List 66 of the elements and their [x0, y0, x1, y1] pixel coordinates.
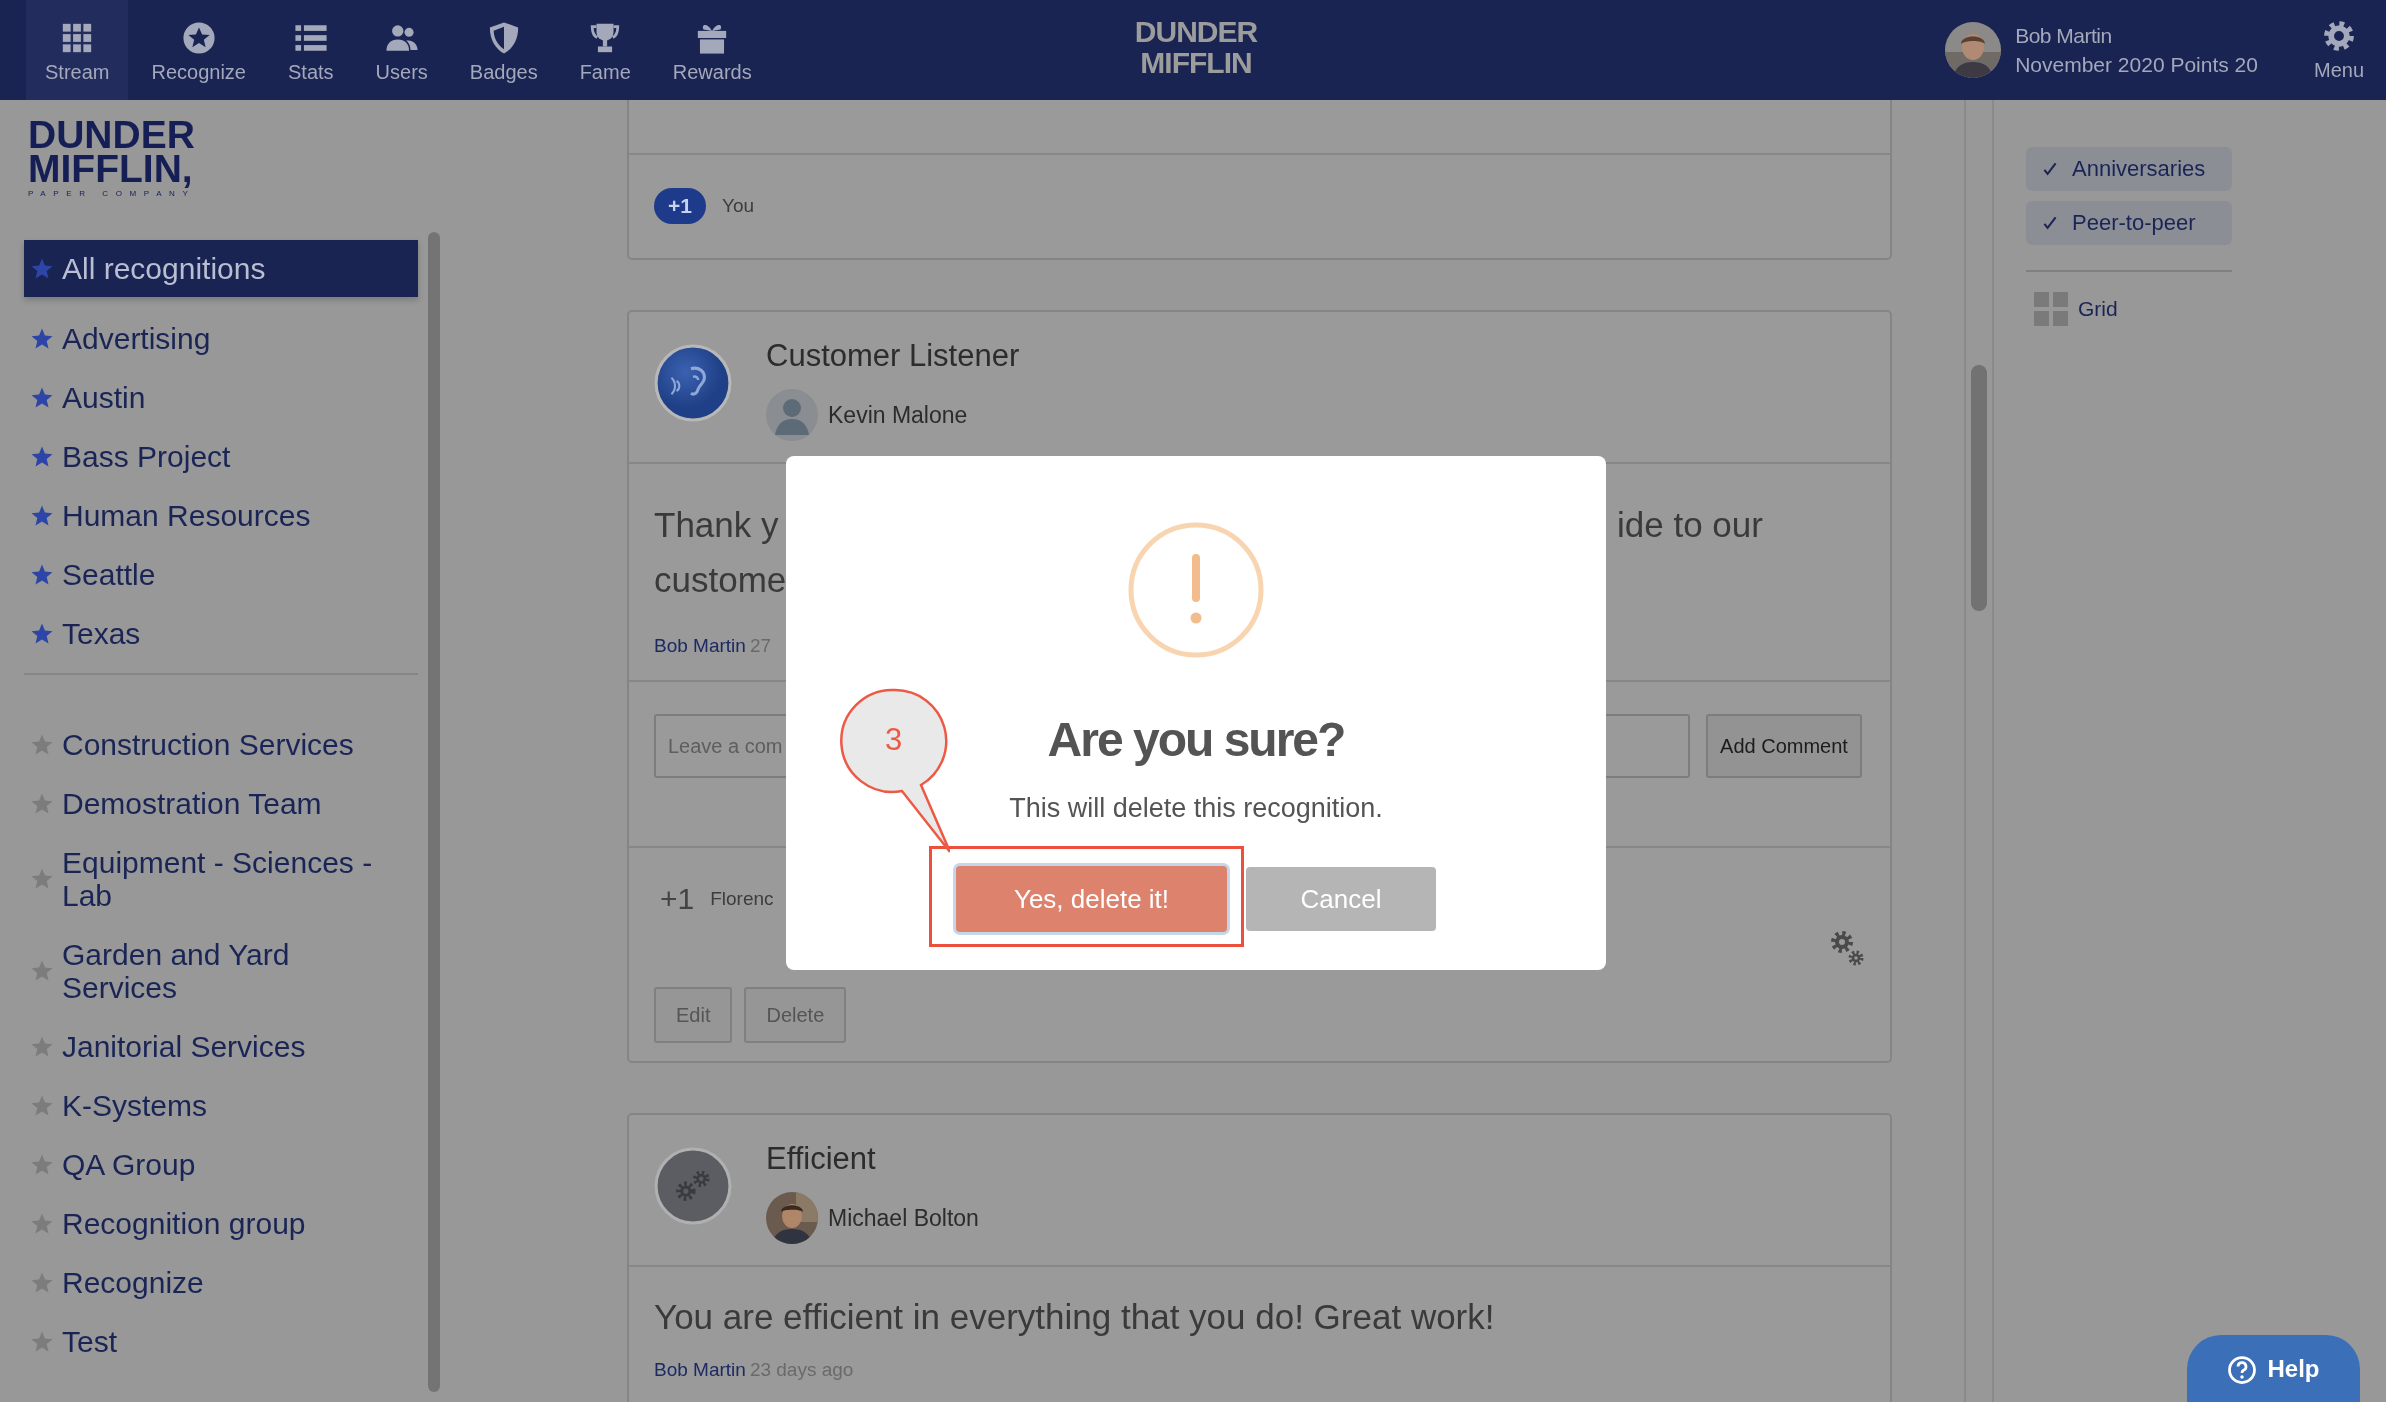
filter-toggle[interactable]: Anniversaries — [2026, 147, 2232, 191]
check-icon — [2042, 215, 2058, 231]
nav-item[interactable]: Badges — [450, 0, 557, 100]
step-number: 3 — [885, 722, 903, 758]
grid-icon — [2034, 292, 2068, 326]
logo: DUNDER MIFFLIN — [1136, 16, 1256, 78]
sidebar-item[interactable]: All recognitions — [24, 240, 418, 297]
sidebar-item[interactable]: Human Resources — [24, 486, 418, 545]
recognition-title: Efficient — [766, 1140, 877, 1178]
sidebar-item[interactable]: Austin — [24, 368, 418, 427]
ear-badge-icon — [654, 344, 732, 422]
author-link[interactable]: Bob Martin — [654, 634, 746, 658]
dialog-title: Are you sure? — [1047, 712, 1345, 768]
nav-item[interactable]: Rewards — [653, 0, 771, 100]
settings-icon[interactable] — [1829, 929, 1865, 967]
sidebar-item[interactable]: Texas — [24, 604, 418, 663]
sidebar-item[interactable]: Garden and Yard Services — [24, 925, 418, 1017]
help-button[interactable]: Help — [2187, 1335, 2360, 1402]
recognition-title: Customer Listener — [766, 337, 1020, 375]
message-text: You are efficient in everything that you do! Great work! — [654, 1296, 1495, 1338]
star-icon[interactable] — [30, 959, 54, 983]
recipient-name[interactable]: Michael Bolton — [828, 1204, 979, 1232]
plus-one-button[interactable]: +1 — [654, 188, 706, 224]
sidebar-item[interactable]: Demostration Team — [24, 774, 418, 833]
message-text: ide to our — [1617, 504, 1764, 546]
gears-badge-icon — [654, 1147, 732, 1225]
sidebar-item[interactable]: Equipment - Sciences - Lab — [24, 833, 418, 925]
dialog-message: This will delete this recognition. — [1009, 792, 1383, 825]
menu-button[interactable]: Menu — [2291, 18, 2386, 82]
sidebar-item[interactable]: QA Group — [24, 1135, 418, 1194]
scrollbar[interactable] — [428, 232, 440, 1392]
reaction-names: You — [721, 195, 754, 217]
nav-item[interactable]: Stats — [269, 0, 353, 100]
settings-icon — [2322, 18, 2356, 53]
sidebar-item[interactable]: Bass Project — [24, 427, 418, 486]
recipient-name[interactable]: Kevin Malone — [828, 401, 968, 429]
sidebar-item[interactable]: Seattle — [24, 545, 418, 604]
sidebar-item[interactable]: Construction Services — [24, 715, 418, 774]
sidebar-item[interactable]: Recognize — [24, 1253, 418, 1312]
message-text: Thank y — [654, 504, 780, 546]
scrollbar-thumb[interactable] — [1971, 365, 1987, 611]
nav-item[interactable]: Fame — [560, 0, 650, 100]
sidebar-item[interactable]: Recognition group — [24, 1194, 418, 1253]
message-text: custome — [654, 559, 787, 601]
filter-toggle[interactable]: Peer-to-peer — [2026, 201, 2232, 245]
sidebar-item[interactable]: Test — [24, 1312, 418, 1371]
warning-icon — [1128, 522, 1264, 658]
author-link[interactable]: Bob Martin — [654, 1358, 746, 1382]
plus-one-button[interactable]: +1 — [654, 882, 695, 916]
check-icon — [2042, 161, 2058, 177]
user-points: November 2020 Points 20 — [2015, 52, 2258, 78]
nav-item[interactable]: Users — [356, 0, 447, 100]
sidebar-item[interactable]: Janitorial Services — [24, 1017, 418, 1076]
user-name[interactable]: Bob Martin — [2015, 21, 2258, 50]
company-logo: DUNDER MIFFLIN, PAPER COMPANY — [28, 118, 196, 198]
grid-view-toggle[interactable]: Grid — [2026, 292, 2232, 326]
sidebar-item[interactable]: Advertising — [24, 309, 418, 368]
sidebar-item[interactable]: K-Systems — [24, 1076, 418, 1135]
reaction-names: Florenc — [710, 888, 774, 910]
add-comment-button[interactable]: Add Comment — [1706, 714, 1862, 778]
star-icon[interactable] — [30, 867, 54, 891]
avatar-icon — [766, 389, 818, 441]
help-icon — [2227, 1355, 2258, 1385]
nav-item[interactable]: Recognize — [132, 0, 265, 100]
nav-item[interactable]: Stream — [26, 0, 129, 100]
confirm-button[interactable]: Yes, delete it! — [956, 866, 1227, 932]
